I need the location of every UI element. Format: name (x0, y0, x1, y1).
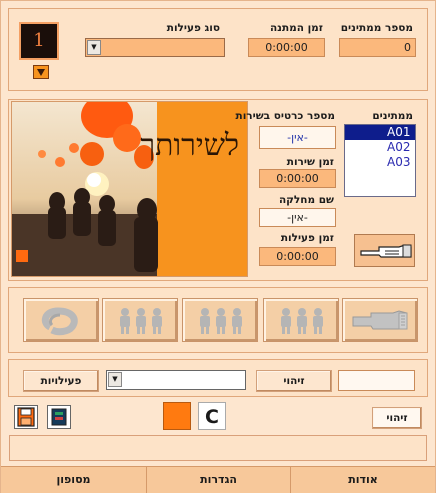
wait-time-label: זמן המתנה (269, 22, 323, 34)
hand-icon (352, 310, 408, 330)
department-label: שם מחלקה (278, 194, 334, 206)
save-button[interactable] (14, 405, 38, 429)
list-item[interactable]: A03 (345, 155, 415, 170)
pointing-hand-icon (355, 235, 414, 266)
activity-type-select[interactable]: ▼ (85, 38, 225, 57)
activities-button[interactable]: פעילויות (23, 370, 99, 392)
chevron-down-icon[interactable]: ▼ (87, 40, 101, 55)
service-time-label: זמן שירות (286, 156, 334, 168)
department-field: -אין- (259, 208, 336, 227)
counter-display: 1 (19, 22, 59, 60)
ticket-number-field: -אין- (259, 126, 336, 149)
list-item[interactable]: A02 (345, 140, 415, 155)
people-group-icon (120, 308, 162, 334)
pointing-hand-button[interactable] (354, 234, 415, 267)
group-3-button-c[interactable] (263, 298, 339, 342)
waiting-list[interactable]: A01 A02 A03 (344, 124, 416, 197)
status-bar (9, 435, 427, 461)
app-window: 1 מספר ממתינים 0 זמן המתנה 0:00:00 סוג פ… (0, 0, 436, 493)
call-next-button[interactable] (342, 298, 418, 342)
photo-slogan: לשירותך (140, 128, 239, 163)
activity-time-label: זמן פעילות (280, 232, 334, 244)
tab-about[interactable]: אודות (290, 467, 435, 493)
notes-button[interactable] (47, 405, 71, 429)
activity-select[interactable]: ▼ (106, 370, 246, 390)
c-refresh-icon[interactable]: C (198, 402, 226, 430)
group-3-button-a[interactable] (102, 298, 178, 342)
group-3-button-b[interactable] (182, 298, 258, 342)
service-banner-image: לשירותך (11, 101, 248, 277)
wait-time-field: 0:00:00 (248, 38, 325, 57)
identify-button[interactable]: זיהוי (372, 407, 422, 429)
ticket-number-label: מספר כרטיס בשירות (235, 110, 335, 122)
tab-terminal[interactable]: מסופון (1, 467, 146, 493)
dropdown-triangle-icon[interactable] (33, 65, 49, 79)
tab-settings[interactable]: הגדרות (146, 467, 290, 493)
people-group-icon (281, 308, 323, 334)
chevron-down-icon[interactable]: ▼ (108, 372, 122, 387)
recall-button[interactable] (23, 298, 99, 342)
waiting-list-label: ממתינים (372, 110, 413, 122)
list-item[interactable]: A01 (345, 125, 415, 140)
floppy-disk-icon (17, 407, 35, 427)
identify-small-button[interactable]: זיהוי (256, 370, 332, 392)
orange-swatch (163, 402, 191, 430)
activity-type-label: סוג פעילות (166, 22, 220, 34)
people-group-icon (200, 308, 242, 334)
notebook-icon (51, 408, 67, 426)
waiting-count-label: מספר ממתינים (340, 22, 413, 34)
service-time-field: 0:00:00 (259, 169, 336, 188)
activity-time-field: 0:00:00 (259, 247, 336, 266)
bottom-tab-bar: אודות הגדרות מסופון (1, 466, 435, 493)
waiting-count-field: 0 (339, 38, 416, 57)
refresh-circle-icon (41, 307, 78, 336)
identify-input[interactable] (338, 370, 415, 391)
